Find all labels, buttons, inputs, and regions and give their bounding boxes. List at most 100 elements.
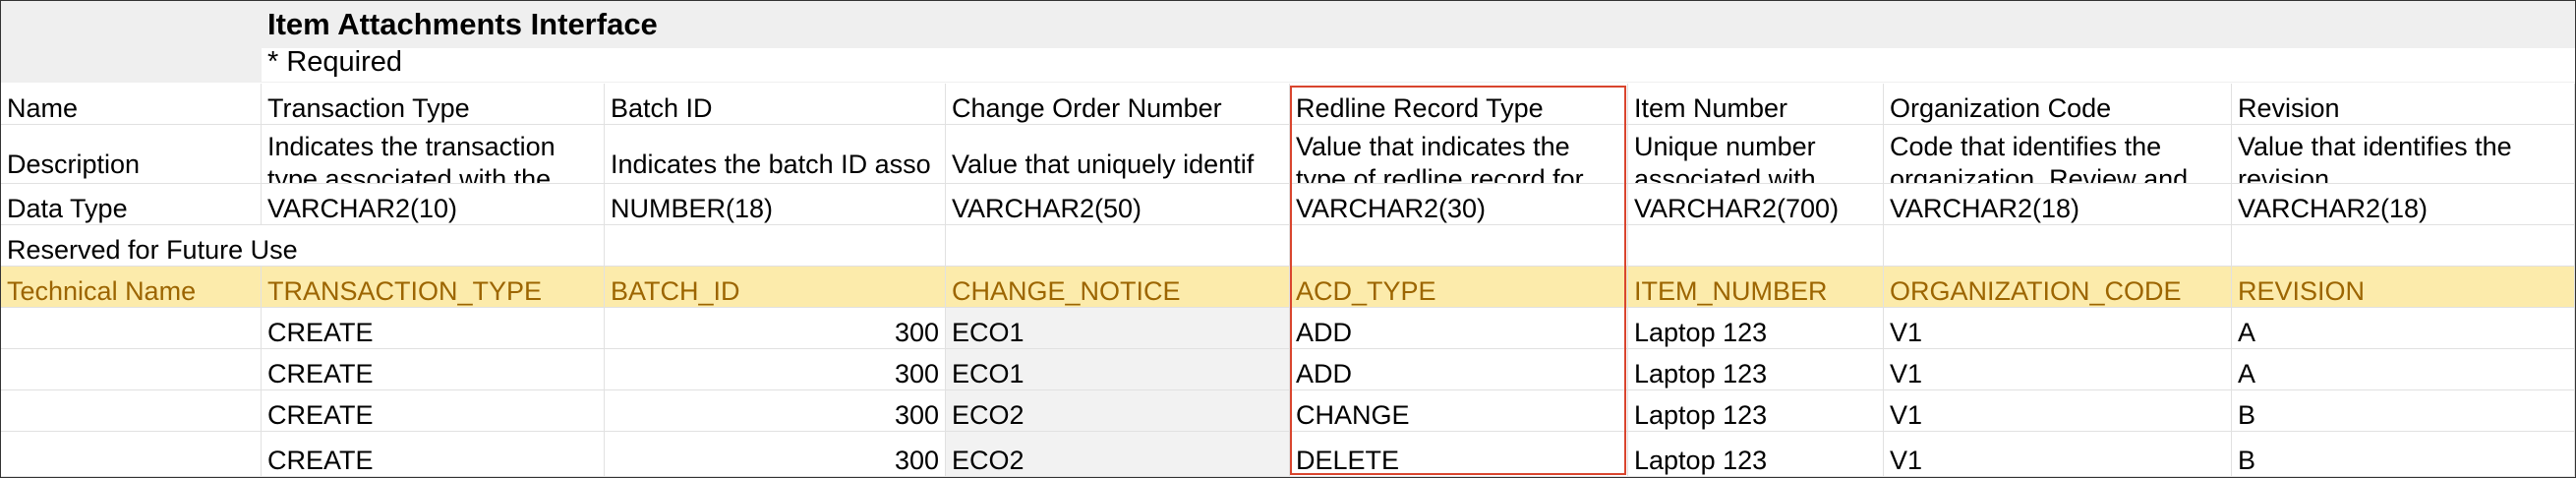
cell-value: Laptop 123 — [1634, 400, 1768, 430]
table-cell[interactable]: CREATE — [262, 390, 605, 432]
column-technical-name: CHANGE_NOTICE — [952, 276, 1181, 306]
table-cell[interactable]: ADD — [1290, 308, 1628, 349]
table-cell[interactable]: CREATE — [262, 349, 605, 390]
sheet-header-subband — [262, 48, 2575, 82]
row-header-cell[interactable] — [1, 349, 262, 390]
row-label-text: Data Type — [7, 194, 128, 223]
row-header-cell[interactable] — [1, 308, 262, 349]
cell-value: CREATE — [267, 446, 374, 475]
table-cell[interactable]: 300 — [605, 349, 946, 390]
header-cell-batch-id[interactable]: Batch ID — [605, 84, 946, 125]
column-data-type: VARCHAR2(50) — [952, 194, 1142, 223]
reserved-cell[interactable] — [1884, 225, 2232, 267]
column-name: Redline Record Type — [1296, 93, 1544, 123]
table-cell[interactable]: ECO1 — [946, 349, 1290, 390]
cell-value: ADD — [1296, 359, 1353, 388]
description-cell[interactable]: Unique number associated with — [1628, 125, 1884, 184]
technical-name-cell[interactable]: CHANGE_NOTICE — [946, 267, 1290, 308]
row-label-data-type[interactable]: Data Type — [1, 184, 262, 225]
table-cell[interactable]: 300 — [605, 432, 946, 477]
row-label-description[interactable]: Description — [1, 125, 262, 184]
cell-value: 300 — [894, 359, 939, 388]
table-cell[interactable]: ECO1 — [946, 308, 1290, 349]
table-cell[interactable]: B — [2232, 432, 2575, 477]
table-cell[interactable]: CREATE — [262, 432, 605, 477]
description-cell[interactable]: Code that identifies the organization. R… — [1884, 125, 2232, 184]
description-cell[interactable]: Value that uniquely identif — [946, 125, 1290, 184]
column-name: Organization Code — [1890, 93, 2112, 123]
row-label-name[interactable]: Name — [1, 84, 262, 125]
technical-name-cell[interactable]: REVISION — [2232, 267, 2575, 308]
row-label-reserved[interactable]: Reserved for Future Use — [1, 225, 605, 267]
technical-name-cell[interactable]: ITEM_NUMBER — [1628, 267, 1884, 308]
table-cell[interactable]: B — [2232, 390, 2575, 432]
column-name: Change Order Number — [952, 93, 1222, 123]
technical-name-cell[interactable]: TRANSACTION_TYPE — [262, 267, 605, 308]
reserved-cell[interactable] — [605, 225, 946, 267]
cell-value: A — [2238, 359, 2256, 388]
cell-value: 300 — [894, 400, 939, 430]
table-cell[interactable]: Laptop 123 — [1628, 390, 1884, 432]
data-type-cell[interactable]: VARCHAR2(18) — [1884, 184, 2232, 225]
cell-value: V1 — [1890, 400, 1923, 430]
row-label-text: Name — [7, 93, 79, 123]
column-technical-name: REVISION — [2238, 276, 2366, 306]
row-header-cell[interactable] — [1, 432, 262, 477]
reserved-cell[interactable] — [2232, 225, 2575, 267]
header-cell-revision[interactable]: Revision — [2232, 84, 2575, 125]
column-data-type: VARCHAR2(30) — [1296, 194, 1487, 223]
table-cell[interactable]: V1 — [1884, 390, 2232, 432]
column-name: Item Number — [1634, 93, 1788, 123]
table-cell[interactable]: 300 — [605, 308, 946, 349]
data-type-cell[interactable]: NUMBER(18) — [605, 184, 946, 225]
table-cell[interactable]: Laptop 123 — [1628, 349, 1884, 390]
data-type-cell[interactable]: VARCHAR2(30) — [1290, 184, 1628, 225]
column-description: Indicates the batch ID asso — [611, 149, 931, 179]
table-cell[interactable]: ECO2 — [946, 390, 1290, 432]
description-cell[interactable]: Value that identifies the revision — [2232, 125, 2575, 184]
header-cell-organization-code[interactable]: Organization Code — [1884, 84, 2232, 125]
table-cell[interactable]: 300 — [605, 390, 946, 432]
cell-value: Laptop 123 — [1634, 318, 1768, 347]
column-description: Indicates the transaction type associate… — [267, 132, 556, 184]
table-cell[interactable]: DELETE — [1290, 432, 1628, 477]
header-cell-change-order-number[interactable]: Change Order Number — [946, 84, 1290, 125]
row-header-cell[interactable] — [1, 390, 262, 432]
table-cell[interactable]: ECO2 — [946, 432, 1290, 477]
column-name: Batch ID — [611, 93, 713, 123]
table-cell[interactable]: V1 — [1884, 308, 2232, 349]
description-cell[interactable]: Indicates the transaction type associate… — [262, 125, 605, 184]
row-label-technical-name[interactable]: Technical Name — [1, 267, 262, 308]
data-type-cell[interactable]: VARCHAR2(10) — [262, 184, 605, 225]
header-cell-transaction-type[interactable]: Transaction Type — [262, 84, 605, 125]
table-cell[interactable]: V1 — [1884, 432, 2232, 477]
cell-value: B — [2238, 400, 2256, 430]
cell-value: Laptop 123 — [1634, 359, 1768, 388]
table-cell[interactable]: ADD — [1290, 349, 1628, 390]
reserved-cell[interactable] — [1628, 225, 1884, 267]
table-cell[interactable]: A — [2232, 308, 2575, 349]
description-cell[interactable]: Value that indicates the type of redline… — [1290, 125, 1628, 184]
table-cell[interactable]: CREATE — [262, 308, 605, 349]
column-data-type: NUMBER(18) — [611, 194, 774, 223]
technical-name-cell[interactable]: ACD_TYPE — [1290, 267, 1628, 308]
technical-name-cell[interactable]: ORGANIZATION_CODE — [1884, 267, 2232, 308]
table-cell[interactable]: Laptop 123 — [1628, 432, 1884, 477]
data-type-cell[interactable]: VARCHAR2(18) — [2232, 184, 2575, 225]
description-cell[interactable]: Indicates the batch ID asso — [605, 125, 946, 184]
table-cell[interactable]: A — [2232, 349, 2575, 390]
technical-name-cell[interactable]: BATCH_ID — [605, 267, 946, 308]
sheet-title: Item Attachments Interface — [267, 7, 658, 41]
table-cell[interactable]: V1 — [1884, 349, 2232, 390]
header-cell-item-number[interactable]: Item Number — [1628, 84, 1884, 125]
column-technical-name: ACD_TYPE — [1296, 276, 1436, 306]
header-cell-redline-record-type[interactable]: Redline Record Type — [1290, 84, 1628, 125]
reserved-cell[interactable] — [1290, 225, 1628, 267]
cell-value: ADD — [1296, 318, 1353, 347]
row-label-text: Technical Name — [7, 276, 197, 306]
data-type-cell[interactable]: VARCHAR2(700) — [1628, 184, 1884, 225]
table-cell[interactable]: Laptop 123 — [1628, 308, 1884, 349]
data-type-cell[interactable]: VARCHAR2(50) — [946, 184, 1290, 225]
reserved-cell[interactable] — [946, 225, 1290, 267]
table-cell[interactable]: CHANGE — [1290, 390, 1628, 432]
